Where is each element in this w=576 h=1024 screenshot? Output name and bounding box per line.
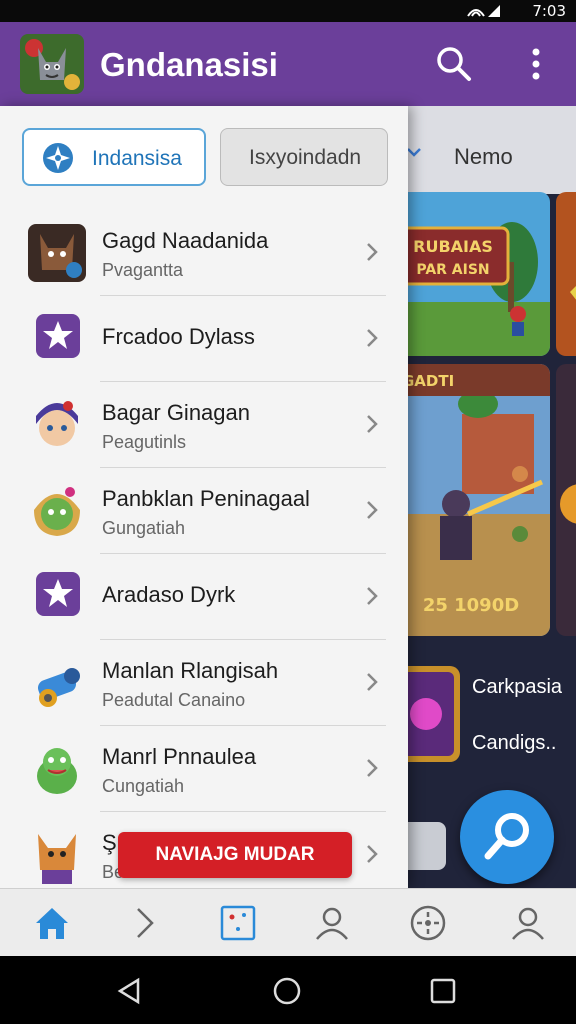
grid-card-icon[interactable] <box>218 903 258 943</box>
svg-text:25 1090D: 25 1090D <box>423 595 519 616</box>
item-title: Gagd Naadanida <box>102 228 269 253</box>
game-card-peek[interactable] <box>556 192 576 356</box>
game-card-1[interactable]: RUBAIAS PAR AISN <box>392 192 550 356</box>
list-item[interactable]: Panbklan Peninagaal Gungatiah <box>0 468 408 554</box>
clock: 7:03 <box>532 2 566 20</box>
drawer-tab-2-label: Isxyoindadn <box>249 146 362 169</box>
status-bar: 7:03 <box>0 0 576 22</box>
profile-icon[interactable] <box>312 903 352 943</box>
side-label-2: Candigs.. <box>472 732 557 754</box>
home-circle-icon[interactable] <box>272 976 302 1006</box>
item-title: Aradaso Dyrk <box>102 582 236 607</box>
chevron-down-icon <box>407 148 421 157</box>
list-item[interactable]: Manlan Rlangisah Peadutal Canaino <box>0 640 408 726</box>
elf-avatar-icon <box>28 482 86 540</box>
more-vert-icon[interactable] <box>520 44 552 84</box>
cannon-icon <box>28 654 86 712</box>
chevron-right-icon <box>367 673 378 691</box>
tab-strip: Nemo <box>400 106 576 194</box>
chevron-right-icon <box>367 587 378 605</box>
home-icon[interactable] <box>32 903 72 943</box>
cat-game-logo-icon[interactable] <box>20 34 84 94</box>
side-label-1: Carkpasia <box>472 676 563 698</box>
account-icon[interactable] <box>508 903 548 943</box>
system-nav-bar <box>0 956 576 1024</box>
chevron-right-icon <box>367 845 378 863</box>
app-bar: Gndanasisi <box>0 22 576 106</box>
toast-action-button[interactable]: NAVIAJG MUDAR <box>118 832 352 878</box>
game-card-2[interactable]: GADTI 25 1090D <box>392 364 550 636</box>
back-icon[interactable] <box>114 976 144 1006</box>
list-item[interactable]: Frcadoo Dylass <box>0 296 408 382</box>
bottom-nav <box>0 888 576 956</box>
chevron-right-icon[interactable] <box>124 903 164 943</box>
item-title: Panbklan Peninagaal <box>102 486 310 511</box>
dragon-avatar-icon <box>28 740 86 798</box>
compass-icon <box>43 143 73 173</box>
item-title: Manlan Rlangisah <box>102 658 279 683</box>
item-subtitle: Pvagantta <box>102 260 184 280</box>
item-subtitle: Gungatiah <box>102 518 186 538</box>
fox-avatar-icon <box>28 826 86 884</box>
recents-icon[interactable] <box>428 976 458 1006</box>
item-subtitle: Cungatiah <box>102 776 185 796</box>
item-subtitle: Peadutal Canaino <box>102 690 246 710</box>
app-title: Gndanasisi <box>100 46 278 83</box>
list-item[interactable]: Bagar Ginagan Peagutinls <box>0 382 408 468</box>
chevron-right-icon <box>367 329 378 347</box>
nav-drawer: Indansisa Isxyoindadn Gagd Naadanida Pva… <box>0 106 408 888</box>
item-title: Manrl Pnnaulea <box>102 744 257 769</box>
drawer-tab-2[interactable]: Isxyoindadn <box>220 128 388 186</box>
search-icon[interactable] <box>434 44 474 84</box>
item-subtitle: Peagutinls <box>102 432 187 452</box>
signal-icon <box>467 5 500 17</box>
svg-text:RUBAIAS: RUBAIAS <box>413 237 493 256</box>
star-badge-icon <box>36 314 80 358</box>
svg-text:PAR AISN: PAR AISN <box>416 262 489 278</box>
fab-search-button[interactable] <box>460 790 554 884</box>
item-title: Ş <box>102 830 117 855</box>
list-item[interactable]: Manrl Pnnaulea Cungatiah <box>0 726 408 812</box>
search-icon <box>484 813 529 860</box>
item-title: Frcadoo Dylass <box>102 324 255 349</box>
drawer-tab-1-label: Indansisa <box>92 147 182 170</box>
list-item[interactable]: Gagd Naadanida Pvagantta <box>0 210 408 296</box>
chevron-right-icon <box>367 415 378 433</box>
wolf-avatar-icon <box>28 224 86 282</box>
svg-text:GADTI: GADTI <box>402 372 454 390</box>
star-badge-icon <box>36 572 80 616</box>
chevron-right-icon <box>367 243 378 261</box>
tab-nemo[interactable]: Nemo <box>454 144 513 170</box>
list-item[interactable]: Aradaso Dyrk <box>0 554 408 640</box>
drawer-tab-1[interactable]: Indansisa <box>22 128 206 186</box>
chevron-right-icon <box>367 759 378 777</box>
game-card-peek-2[interactable] <box>556 364 576 636</box>
item-title: Bagar Ginagan <box>102 400 250 425</box>
girl-avatar-icon <box>28 396 86 454</box>
chevron-right-icon <box>367 501 378 519</box>
settings-dial-icon[interactable] <box>408 903 448 943</box>
